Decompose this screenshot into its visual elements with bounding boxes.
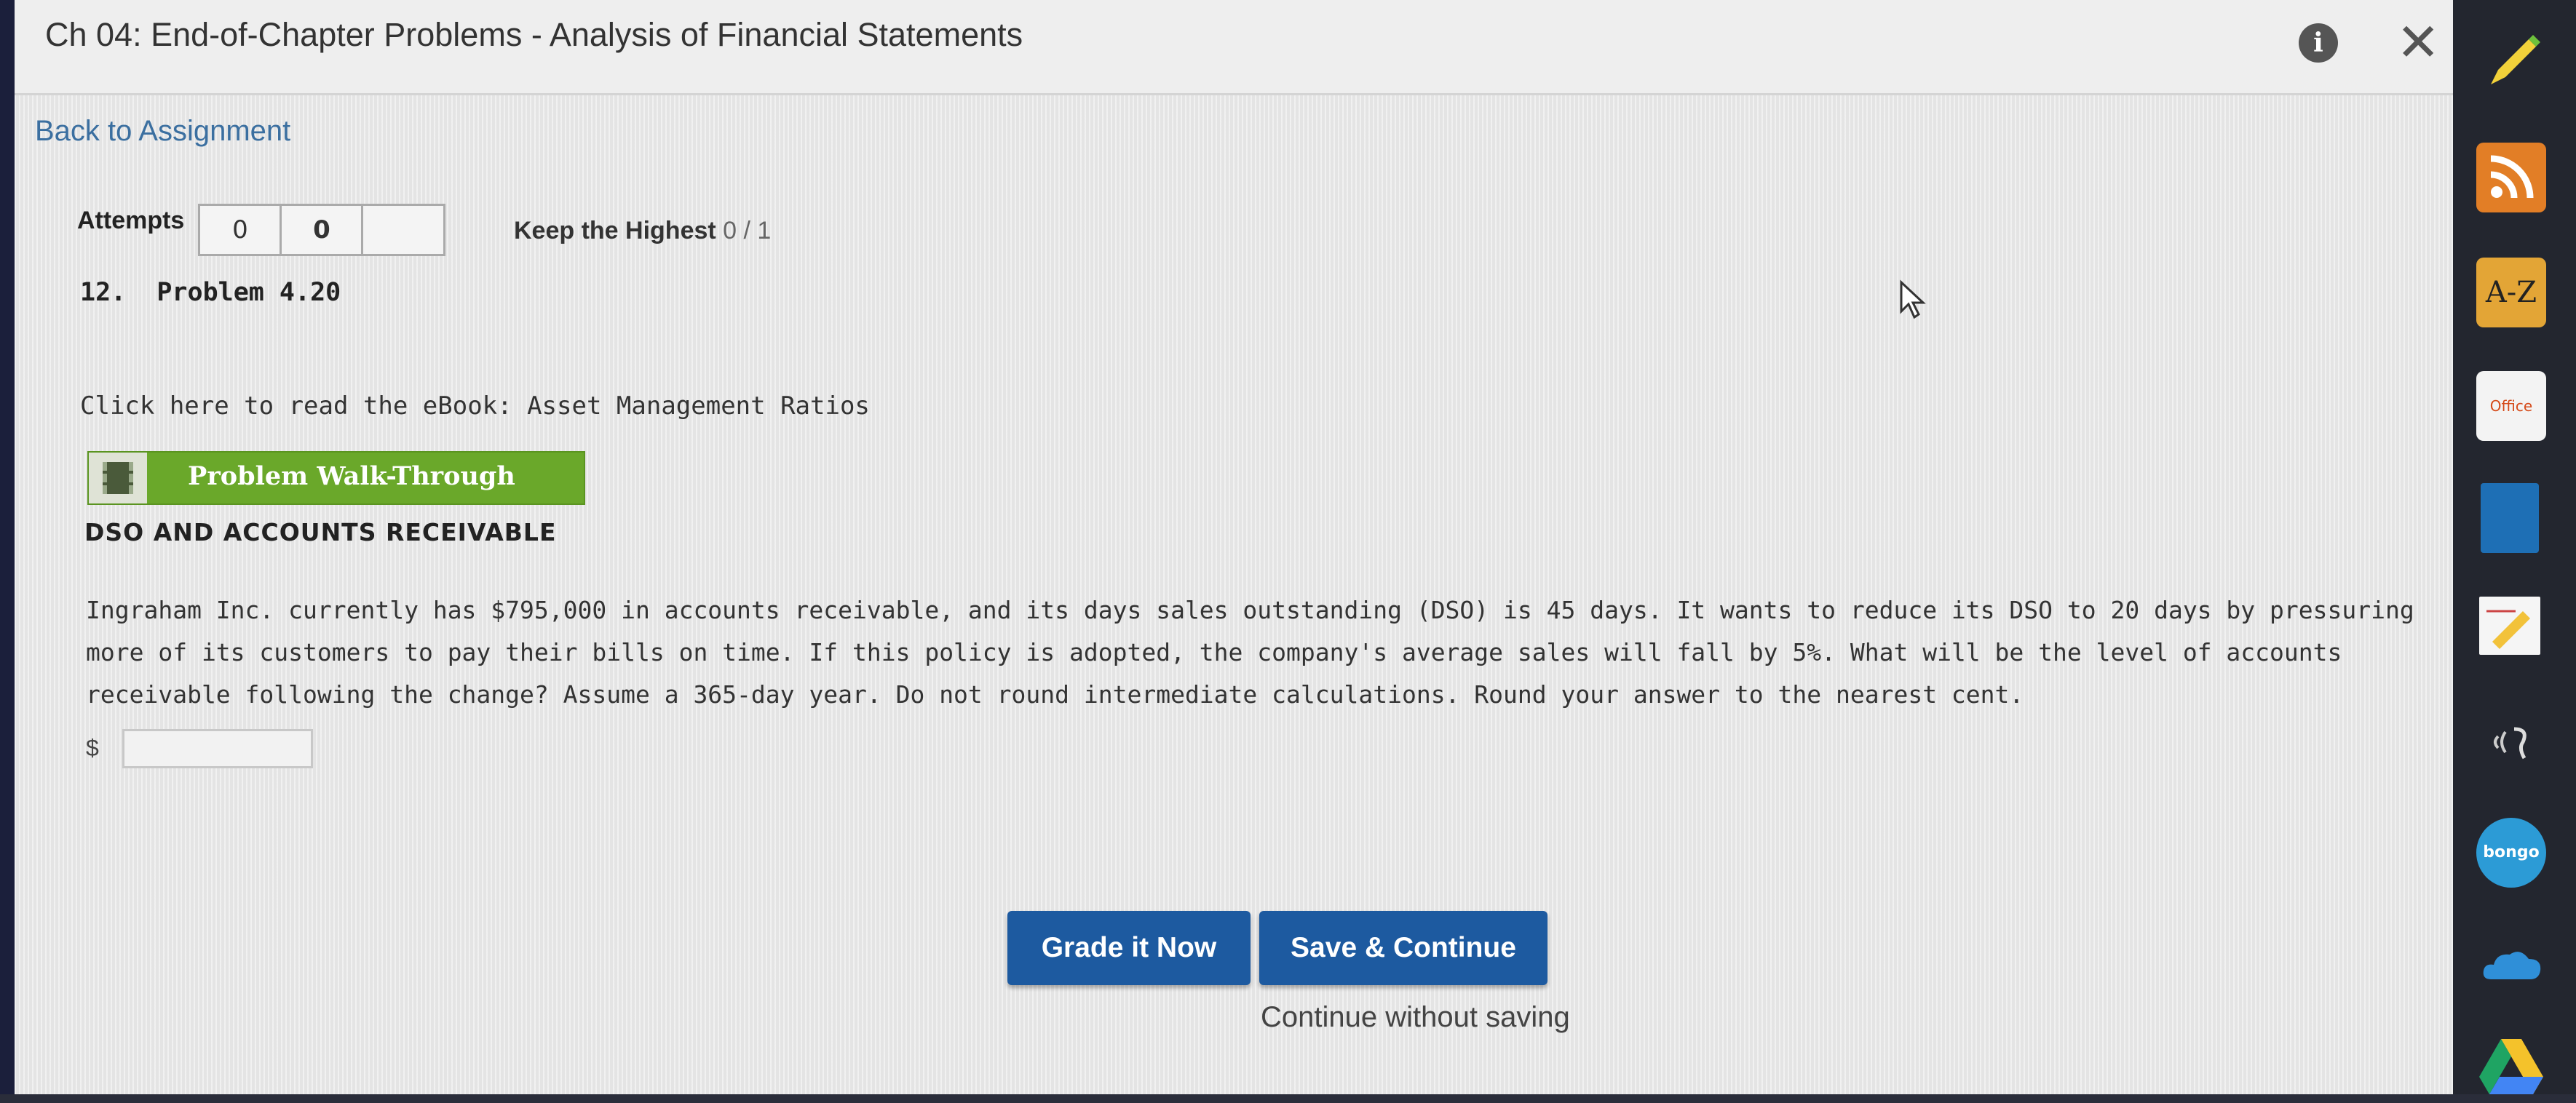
cloud-icon[interactable]	[2476, 931, 2546, 1001]
film-icon	[89, 453, 147, 503]
attempt-box: 0	[198, 204, 282, 256]
attempt-box: 0	[280, 204, 364, 256]
problem-text: Ingraham Inc. currently has $795,000 in …	[86, 596, 2414, 709]
speech-icon[interactable]	[2476, 707, 2546, 777]
keep-highest-text: Keep the Highest	[514, 217, 716, 244]
az-icon[interactable]: A-Z	[2476, 258, 2546, 327]
section-heading: DSO AND ACCOUNTS RECEIVABLE	[84, 518, 557, 546]
rss-icon[interactable]	[2476, 143, 2546, 212]
grade-it-now-button[interactable]: Grade it Now	[1007, 911, 1251, 985]
close-icon[interactable]: ✕	[2396, 13, 2440, 71]
assignment-panel: Ch 04: End-of-Chapter Problems - Analysi…	[15, 0, 2453, 1094]
drive-icon[interactable]	[2476, 1033, 2546, 1103]
right-toolbar: A-Z Office bongo	[2453, 0, 2576, 1094]
title-bar: Ch 04: End-of-Chapter Problems - Analysi…	[15, 0, 2453, 95]
problem-title: 12. Problem 4.20	[80, 278, 341, 307]
screen-edge	[0, 0, 15, 1094]
save-continue-button[interactable]: Save & Continue	[1259, 911, 1547, 985]
keep-highest-score: 0 / 1	[723, 217, 772, 244]
ebook-link[interactable]: Click here to read the eBook: Asset Mana…	[80, 391, 870, 421]
page-title: Ch 04: End-of-Chapter Problems - Analysi…	[45, 16, 1023, 53]
keep-highest-label: Keep the Highest 0 / 1	[514, 217, 771, 245]
back-to-assignment-link[interactable]: Back to Assignment	[35, 115, 290, 148]
note-icon[interactable]	[2479, 597, 2540, 655]
currency-symbol: $	[86, 735, 99, 761]
book-icon[interactable]	[2481, 483, 2539, 553]
bongo-icon[interactable]: bongo	[2476, 818, 2546, 888]
walkthrough-label: Problem Walk-Through	[188, 461, 515, 491]
problem-walkthrough-button[interactable]: Problem Walk-Through	[87, 451, 585, 505]
mouse-cursor-icon	[1900, 279, 1926, 319]
info-icon[interactable]: i	[2299, 23, 2338, 63]
pencil-icon[interactable]	[2476, 26, 2546, 96]
attempts-label: Attempts	[77, 207, 185, 234]
continue-without-saving-link[interactable]: Continue without saving	[1261, 1001, 1570, 1034]
office-icon[interactable]: Office	[2476, 371, 2546, 441]
attempt-box	[361, 204, 445, 256]
answer-input[interactable]	[122, 729, 313, 768]
